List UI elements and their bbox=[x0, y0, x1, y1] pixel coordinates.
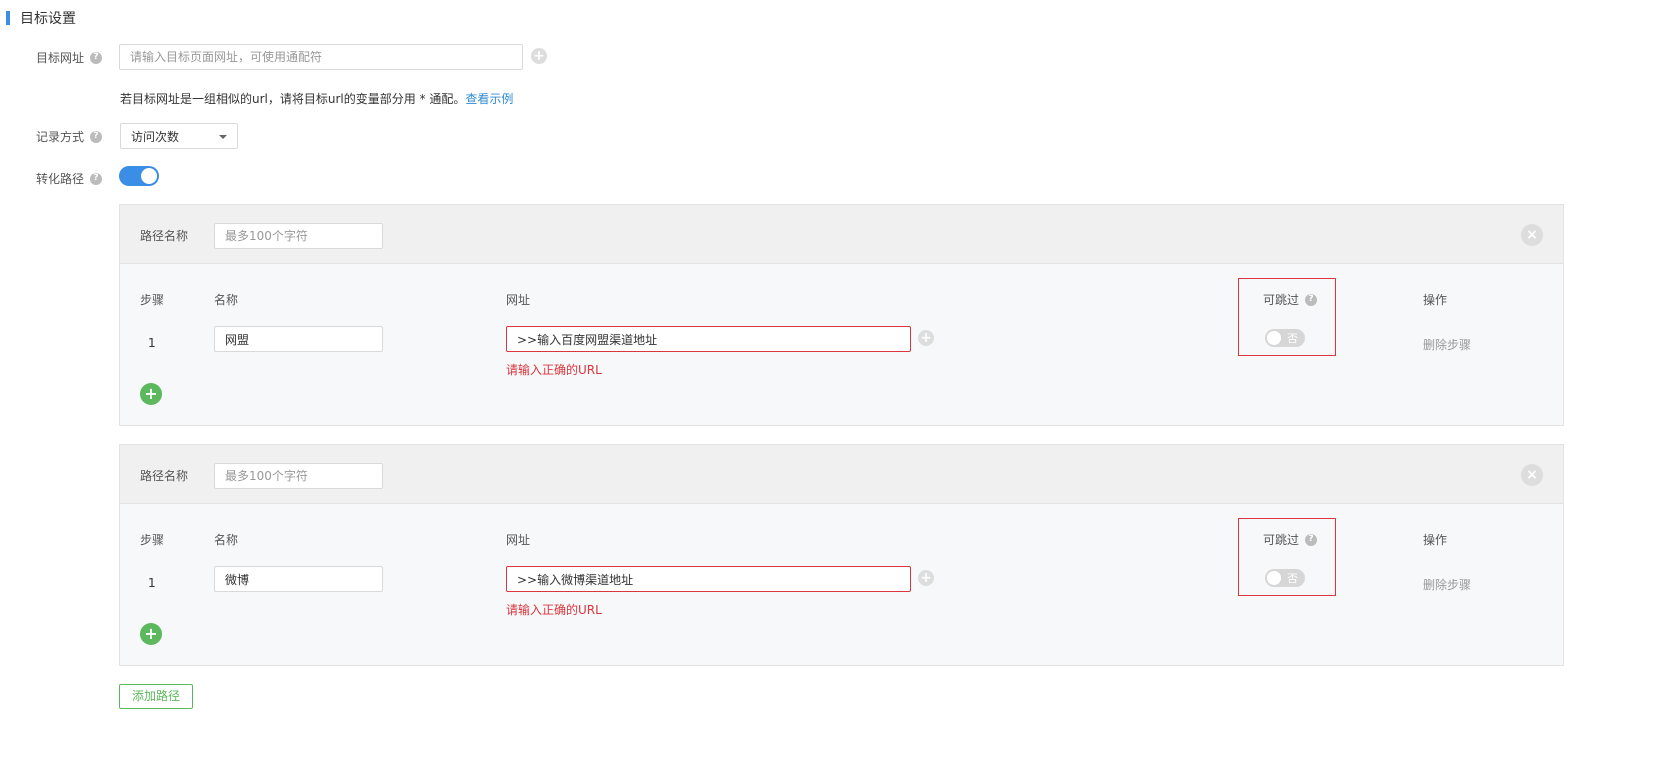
conversion-path-toggle[interactable] bbox=[119, 166, 159, 186]
skip-toggle-text: 否 bbox=[1287, 332, 1298, 345]
column-step: 步骤 bbox=[140, 533, 165, 547]
record-method-label-text: 记录方式 bbox=[36, 130, 85, 144]
section-title-text: 目标设置 bbox=[20, 11, 76, 27]
step-url-input[interactable] bbox=[506, 566, 911, 592]
path-name-label: 路径名称 bbox=[140, 469, 189, 483]
column-action: 操作 bbox=[1423, 293, 1448, 307]
section-accent-bar bbox=[6, 11, 10, 25]
path-panel: 路径名称 × 步骤 名称 网址 操作 1 + 请输入正确的URL 可跳过 ? 否… bbox=[119, 444, 1564, 666]
add-url-plus-icon[interactable]: + bbox=[918, 570, 934, 586]
target-url-input[interactable] bbox=[119, 44, 523, 70]
toggle-knob bbox=[1267, 331, 1281, 345]
step-name-input[interactable] bbox=[214, 566, 383, 592]
section-title: 目标设置 bbox=[6, 8, 76, 28]
path-name-label: 路径名称 bbox=[140, 229, 189, 243]
url-error-message: 请输入正确的URL bbox=[506, 603, 602, 617]
record-method-label: 记录方式 ? bbox=[36, 128, 103, 145]
delete-step-link[interactable]: 删除步骤 bbox=[1423, 576, 1471, 593]
column-url: 网址 bbox=[506, 293, 531, 307]
record-method-value: 访问次数 bbox=[131, 129, 180, 144]
column-step: 步骤 bbox=[140, 293, 165, 307]
add-url-plus-icon[interactable]: + bbox=[918, 330, 934, 346]
column-skippable: 可跳过 ? bbox=[1263, 291, 1318, 308]
column-skippable-text: 可跳过 bbox=[1263, 293, 1300, 307]
skippable-highlight: 可跳过 ? 否 bbox=[1238, 518, 1336, 596]
toggle-knob bbox=[1267, 571, 1281, 585]
help-icon[interactable]: ? bbox=[90, 51, 103, 64]
skip-toggle[interactable]: 否 bbox=[1265, 329, 1305, 347]
help-icon[interactable]: ? bbox=[90, 130, 103, 143]
view-example-link[interactable]: 查看示例 bbox=[465, 92, 513, 106]
skip-toggle[interactable]: 否 bbox=[1265, 569, 1305, 587]
url-error-message: 请输入正确的URL bbox=[506, 363, 602, 377]
column-url: 网址 bbox=[506, 533, 531, 547]
target-url-hint: 若目标网址是一组相似的url，请将目标url的变量部分用 * 通配。查看示例 bbox=[120, 90, 513, 107]
step-url-input[interactable] bbox=[506, 326, 911, 352]
column-action: 操作 bbox=[1423, 533, 1448, 547]
target-url-label-text: 目标网址 bbox=[36, 51, 85, 65]
path-header: 路径名称 × bbox=[120, 445, 1563, 504]
step-name-input[interactable] bbox=[214, 326, 383, 352]
add-step-plus-icon[interactable]: + bbox=[140, 383, 162, 405]
skip-toggle-text: 否 bbox=[1287, 572, 1298, 585]
add-path-button[interactable]: 添加路径 bbox=[119, 684, 193, 709]
column-skippable-text: 可跳过 bbox=[1263, 533, 1300, 547]
close-icon[interactable]: × bbox=[1521, 224, 1543, 246]
skippable-highlight: 可跳过 ? 否 bbox=[1238, 278, 1336, 356]
hint-text: 若目标网址是一组相似的url，请将目标url的变量部分用 * 通配。 bbox=[120, 92, 466, 106]
step-number: 1 bbox=[148, 336, 156, 350]
help-icon[interactable]: ? bbox=[1305, 293, 1318, 306]
delete-step-link[interactable]: 删除步骤 bbox=[1423, 336, 1471, 353]
column-name: 名称 bbox=[214, 533, 239, 547]
path-header: 路径名称 × bbox=[120, 205, 1563, 264]
target-url-label: 目标网址 ? bbox=[36, 49, 103, 66]
conversion-path-label: 转化路径 ? bbox=[36, 170, 103, 187]
path-name-input[interactable] bbox=[214, 463, 383, 489]
add-url-plus-icon[interactable]: + bbox=[531, 48, 547, 64]
path-name-input[interactable] bbox=[214, 223, 383, 249]
path-panel: 路径名称 × 步骤 名称 网址 操作 1 + 请输入正确的URL 可跳过 ? 否… bbox=[119, 204, 1564, 426]
step-number: 1 bbox=[148, 576, 156, 590]
add-step-plus-icon[interactable]: + bbox=[140, 623, 162, 645]
conversion-path-label-text: 转化路径 bbox=[36, 172, 85, 186]
record-method-select[interactable]: 访问次数 bbox=[120, 123, 238, 149]
column-name: 名称 bbox=[214, 293, 239, 307]
toggle-knob bbox=[141, 168, 157, 184]
help-icon[interactable]: ? bbox=[90, 172, 103, 185]
caret-down-icon bbox=[219, 135, 227, 139]
close-icon[interactable]: × bbox=[1521, 464, 1543, 486]
column-skippable: 可跳过 ? bbox=[1263, 531, 1318, 548]
help-icon[interactable]: ? bbox=[1305, 533, 1318, 546]
